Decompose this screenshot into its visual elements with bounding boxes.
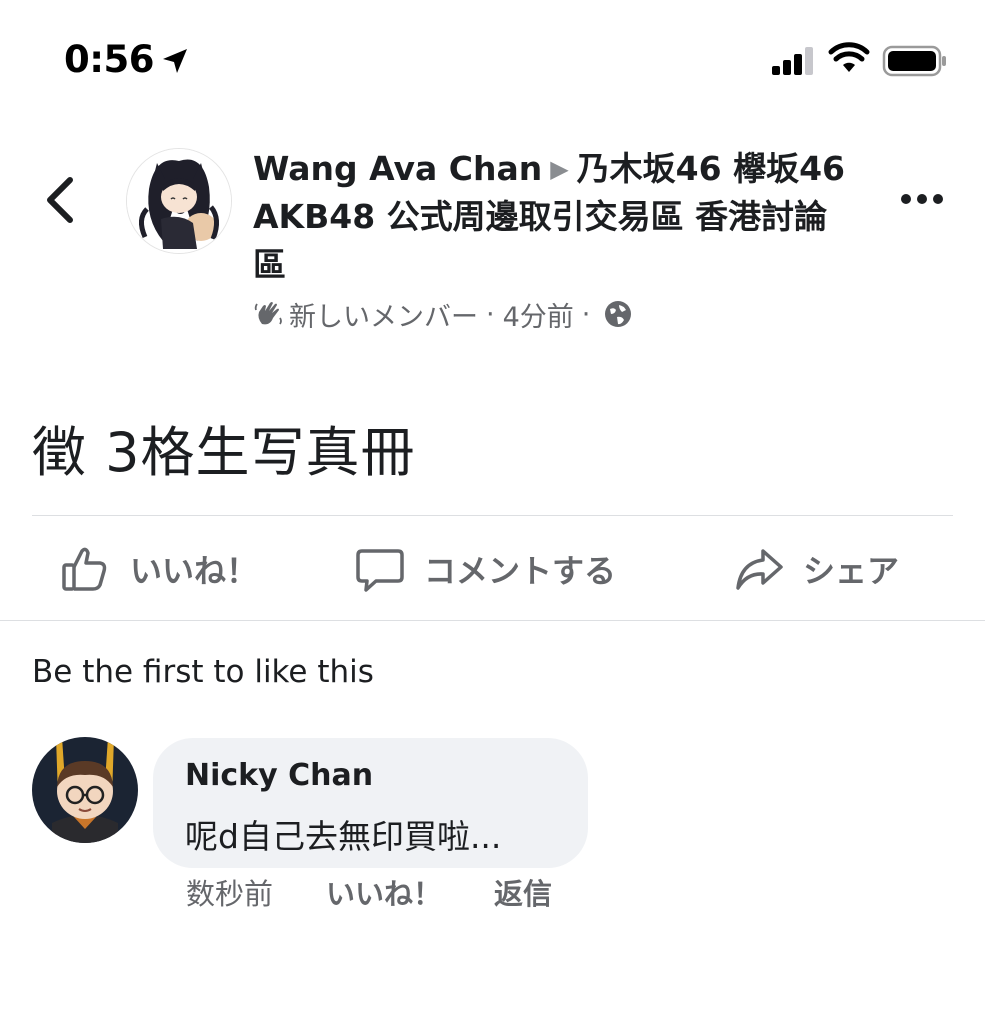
comment-bubble-icon	[356, 549, 404, 592]
plush-doll-avatar-image	[32, 737, 138, 843]
wave-hand-icon	[254, 302, 282, 325]
like-label: いいね！	[130, 552, 259, 590]
share-button[interactable]: シェア	[733, 538, 899, 600]
comment-time: 数秒前	[186, 877, 274, 911]
member-badge: 新しいメンバー	[289, 301, 478, 333]
comment-text: 呢d自己去無印買啦...	[185, 817, 502, 856]
like-button[interactable]: いいね！	[60, 538, 258, 600]
comment-label: コメントする	[424, 552, 617, 590]
share-label: シェア	[803, 552, 900, 590]
signal-icon	[772, 47, 813, 75]
back-chevron-icon[interactable]	[36, 172, 86, 228]
post-meta: 新しいメンバー · 4分前 ·	[253, 294, 634, 334]
post-text: 徵 3格生写真冊	[32, 421, 416, 484]
comment-bubble: Nicky Chan 呢d自己去無印買啦...	[153, 738, 588, 868]
globe-icon	[605, 301, 632, 327]
meta-separator: ·	[581, 298, 591, 330]
share-arrow-icon	[736, 549, 783, 590]
location-arrow-icon	[163, 49, 187, 73]
status-time: 0:56	[64, 38, 155, 81]
author-avatar[interactable]	[126, 148, 232, 254]
post-header-title: Wang Ava Chan ▶ 乃木坂46 欅坂46 AKB48 公式周邊取引交易區…	[253, 145, 853, 289]
anime-cat-girl-avatar-image	[127, 149, 231, 253]
meta-separator: ·	[486, 298, 495, 330]
divider	[32, 515, 953, 516]
wifi-icon	[828, 42, 870, 72]
status-bar: 0:56	[0, 0, 985, 110]
author-name[interactable]: Wang Ava Chan	[253, 149, 542, 188]
comment-like-button[interactable]: いいね！	[326, 874, 442, 914]
comment-reply-button[interactable]: 返信	[494, 874, 552, 914]
more-dots-icon[interactable]	[896, 182, 948, 216]
arrow-right-icon: ▶	[550, 155, 569, 183]
divider	[0, 620, 985, 621]
battery-icon	[882, 45, 946, 77]
comment-author[interactable]: Nicky Chan	[185, 758, 373, 793]
thumbs-up-icon	[62, 547, 107, 591]
comment-button[interactable]: コメントする	[354, 538, 616, 600]
likes-summary: Be the first to like this	[32, 654, 374, 690]
post-time[interactable]: 4分前	[503, 295, 574, 334]
commenter-avatar[interactable]	[32, 737, 138, 843]
